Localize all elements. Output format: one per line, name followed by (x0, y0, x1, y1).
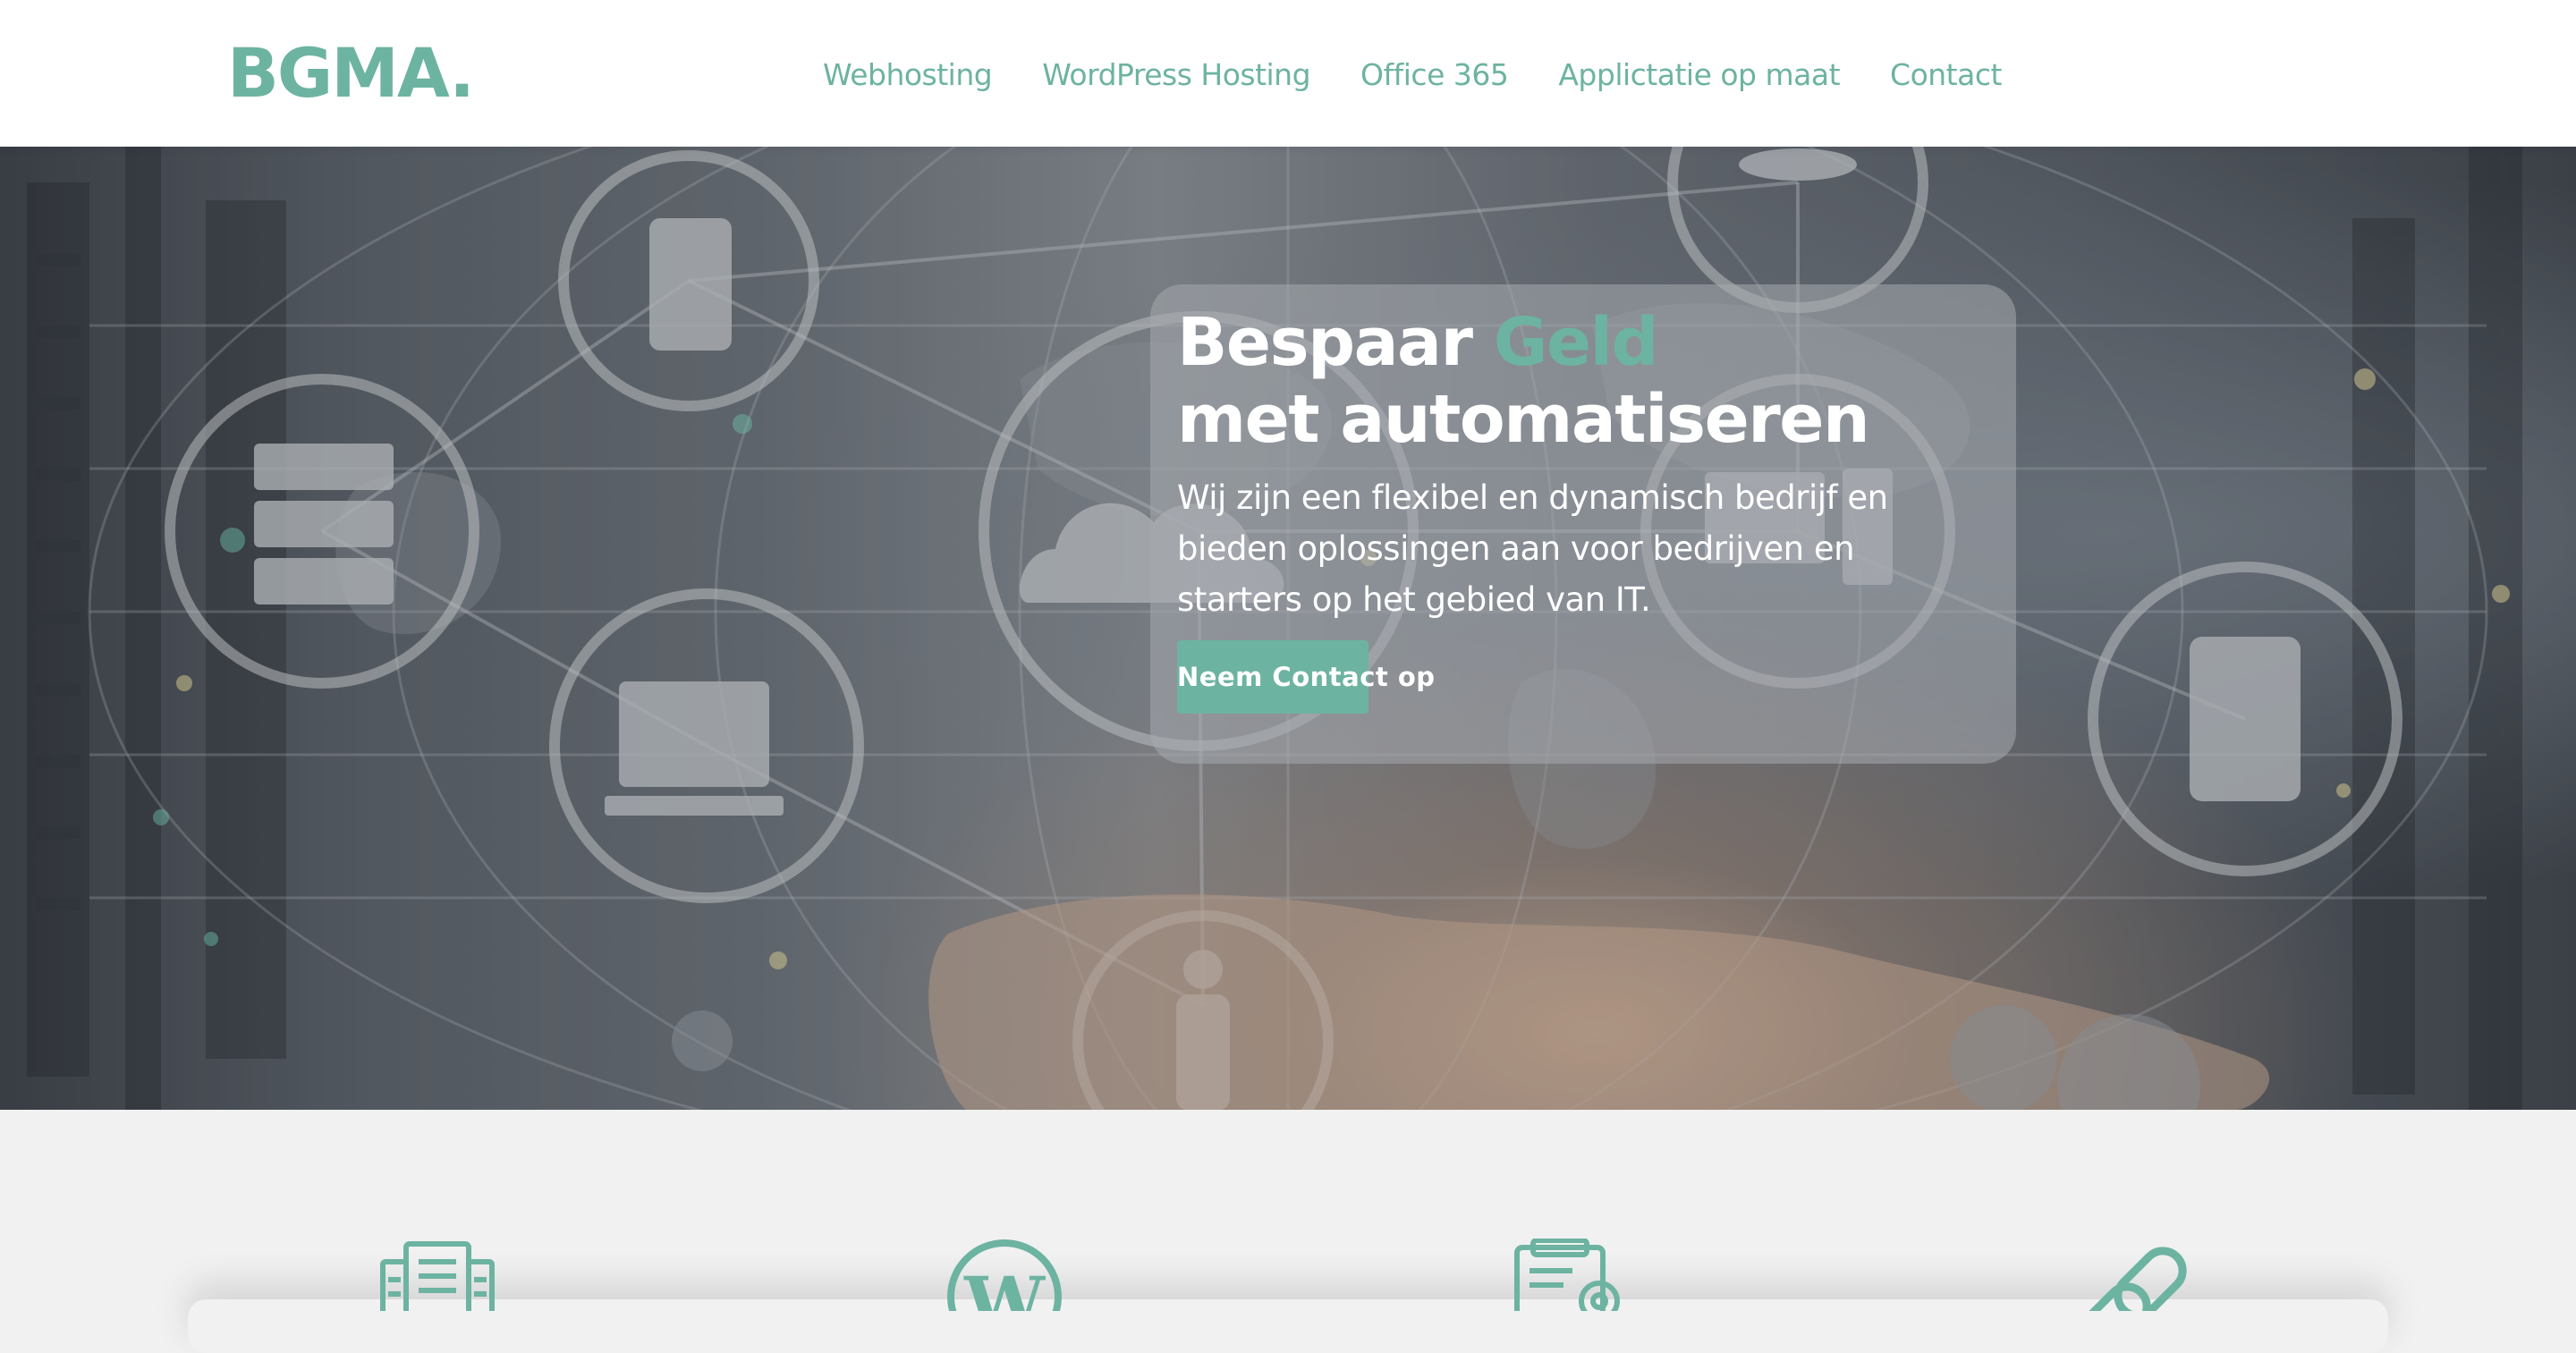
svg-text:W: W (963, 1261, 1046, 1311)
logo[interactable]: BGMA. (227, 30, 475, 116)
settings-document-icon (1514, 1239, 1620, 1311)
hero-title-line2: met automatiseren (1177, 381, 1870, 458)
services-section: W (0, 1110, 2576, 1311)
nav-office-365[interactable]: Office 365 (1360, 57, 1509, 92)
link-icon (2084, 1247, 2187, 1311)
hero-description: Wij zijn een flexibel en dynamisch bedri… (1177, 478, 1888, 619)
hero-title-part1: Bespaar (1177, 304, 1494, 381)
services-card-shadow (188, 1299, 2388, 1353)
main-nav: Webhosting WordPress Hosting Office 365 … (823, 52, 2002, 97)
document-icon (380, 1241, 495, 1311)
nav-contact[interactable]: Contact (1890, 57, 2002, 92)
nav-applicatie-op-maat[interactable]: Applictatie op maat (1558, 57, 1840, 92)
wordpress-icon: W (947, 1239, 1062, 1311)
nav-webhosting[interactable]: Webhosting (823, 57, 993, 92)
hero-title: Bespaar Geld met automatiseren (1177, 304, 1870, 458)
hero-title-accent: Geld (1493, 304, 1659, 381)
site-header: BGMA. Webhosting WordPress Hosting Offic… (0, 0, 2576, 147)
contact-button[interactable]: Neem Contact op (1177, 640, 1435, 714)
nav-wordpress-hosting[interactable]: WordPress Hosting (1042, 57, 1310, 92)
